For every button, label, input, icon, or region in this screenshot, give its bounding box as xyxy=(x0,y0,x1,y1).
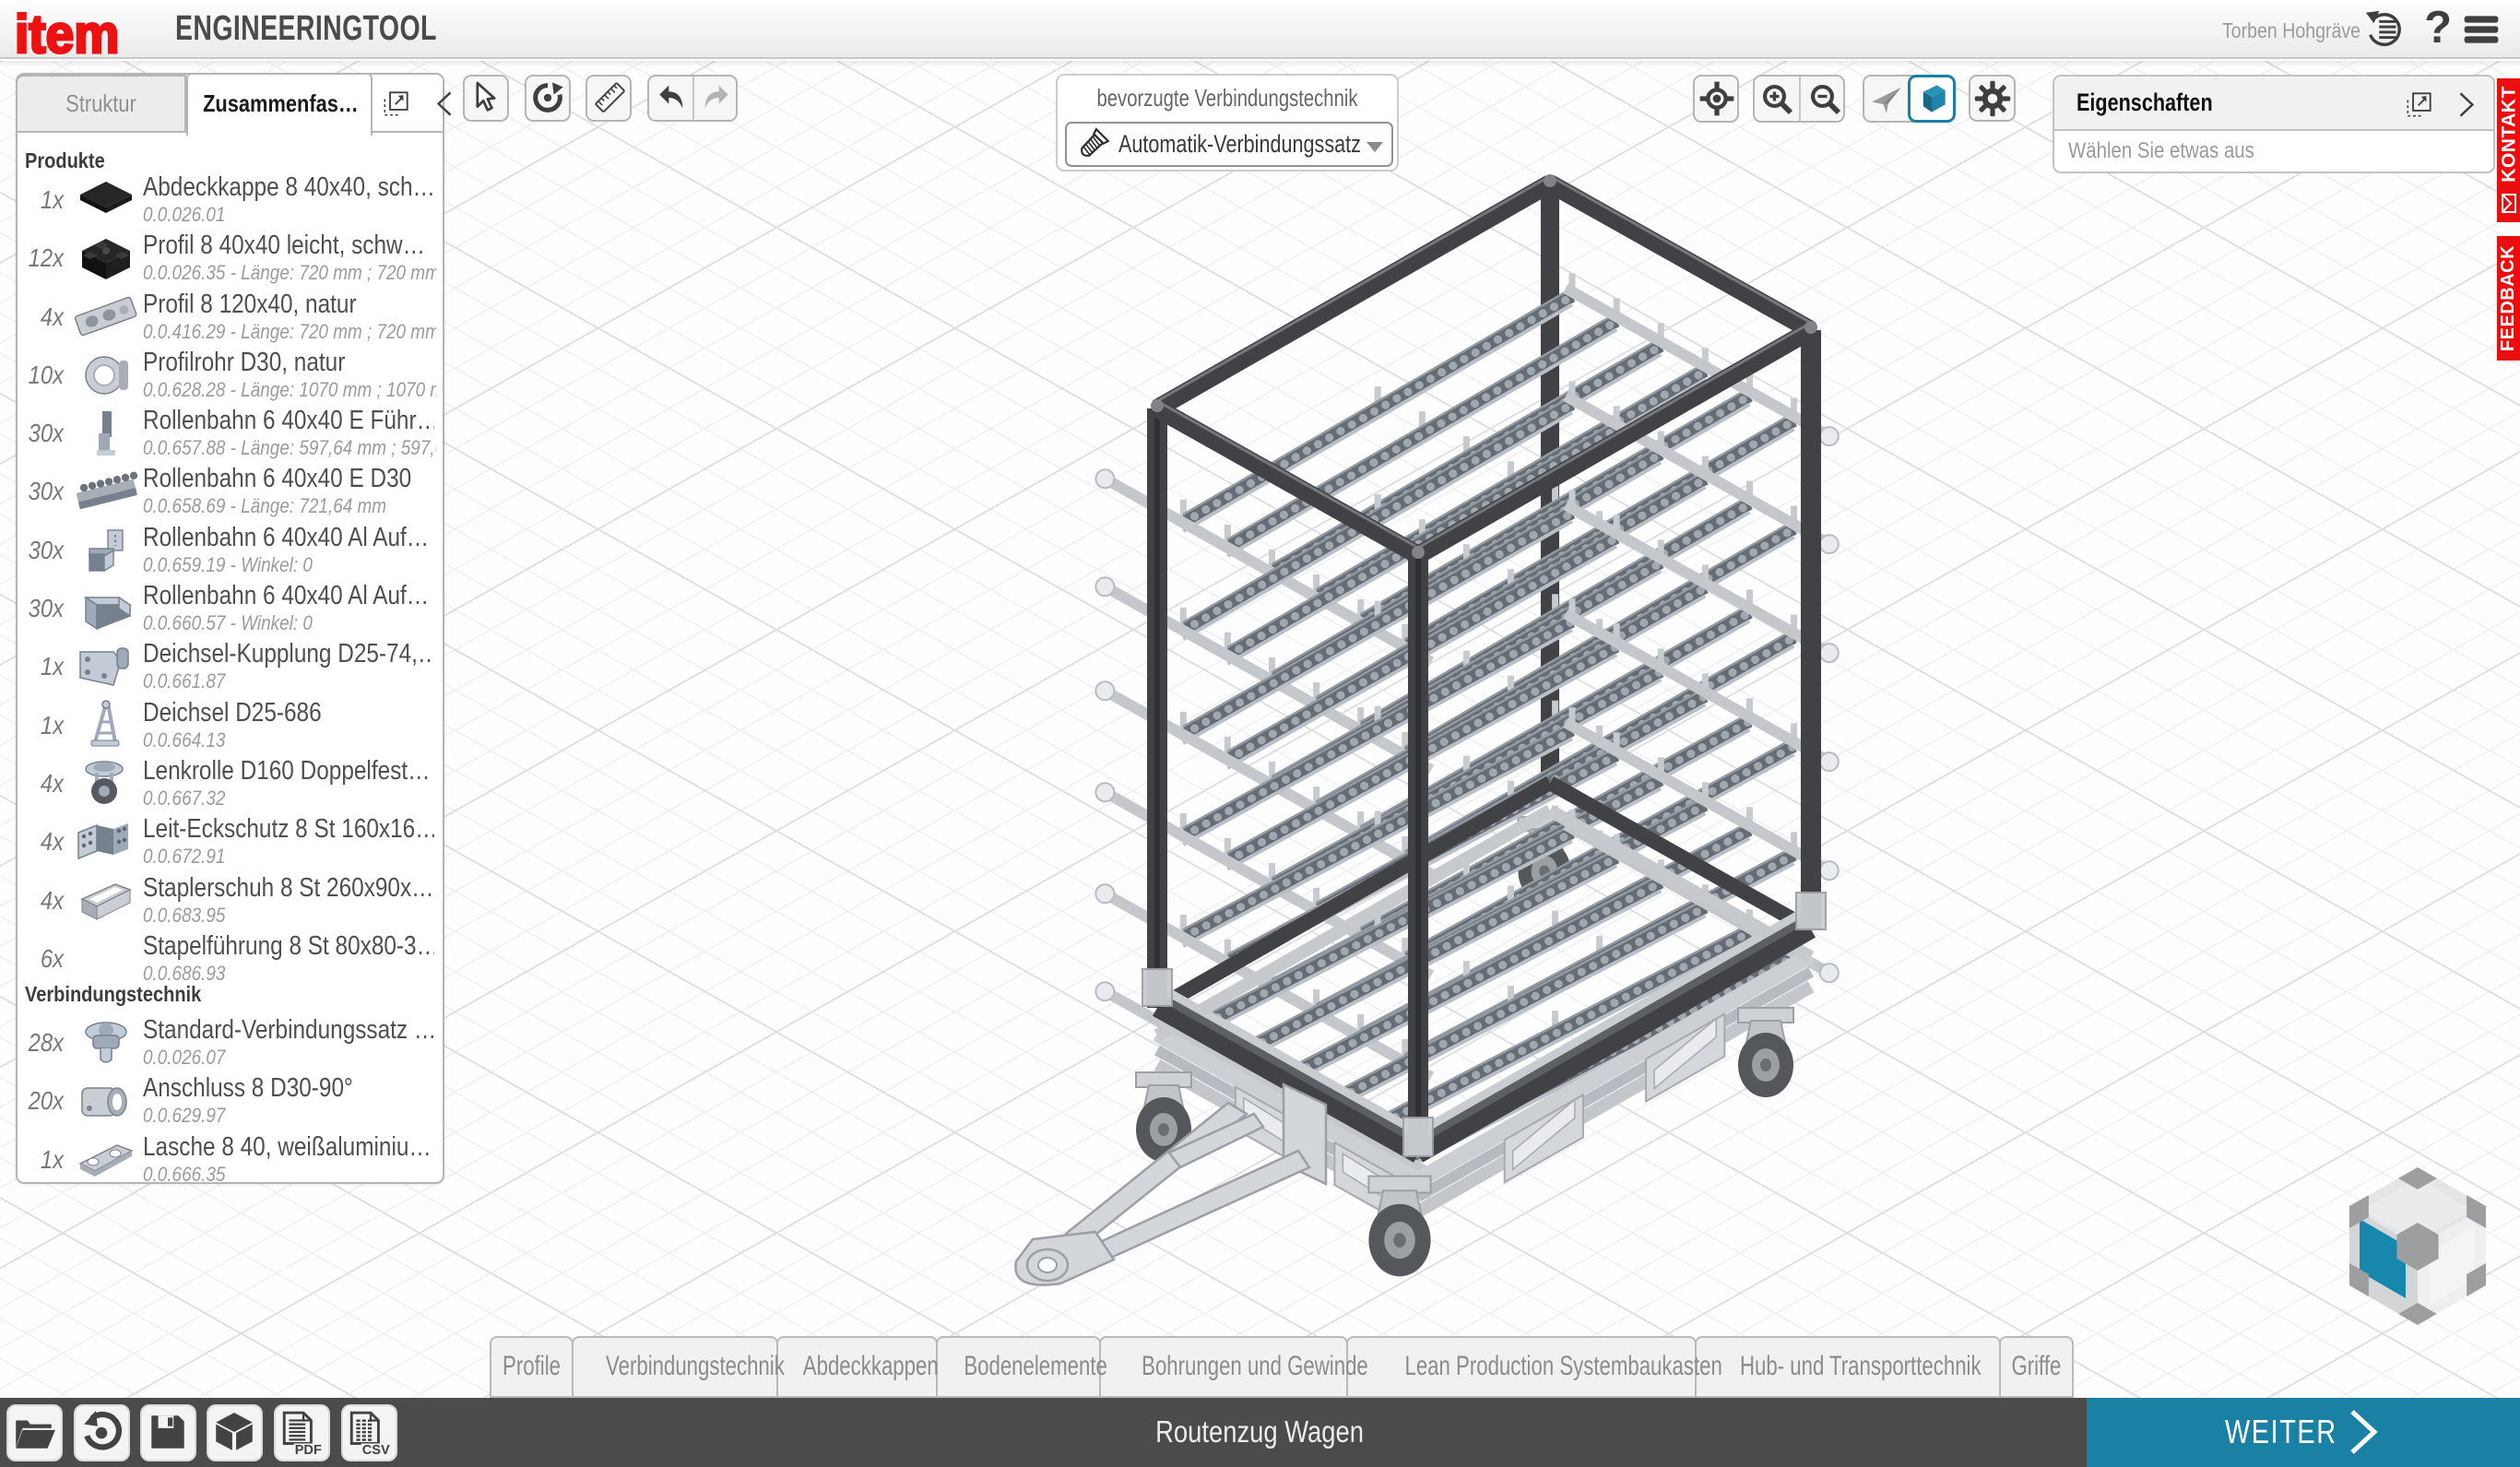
svg-text:PDF: PDF xyxy=(295,1443,322,1455)
svg-text:CSV: CSV xyxy=(362,1443,390,1455)
